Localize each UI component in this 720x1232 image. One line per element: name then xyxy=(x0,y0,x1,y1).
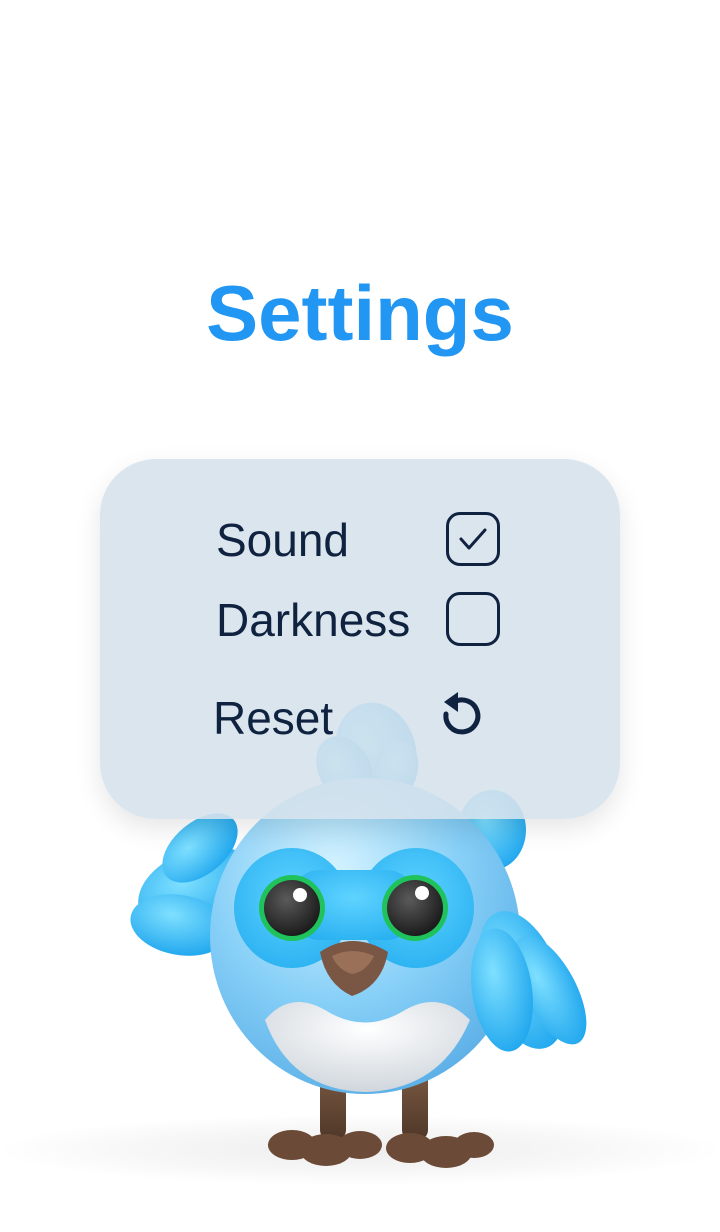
darkness-checkbox[interactable] xyxy=(446,592,500,646)
check-icon xyxy=(459,528,487,550)
sound-checkbox[interactable] xyxy=(446,512,500,566)
sound-label: Sound xyxy=(216,514,350,566)
reset-icon[interactable] xyxy=(434,690,486,746)
darkness-label: Darkness xyxy=(216,594,411,646)
page-title: Settings xyxy=(206,269,514,357)
reset-label: Reset xyxy=(213,692,334,744)
